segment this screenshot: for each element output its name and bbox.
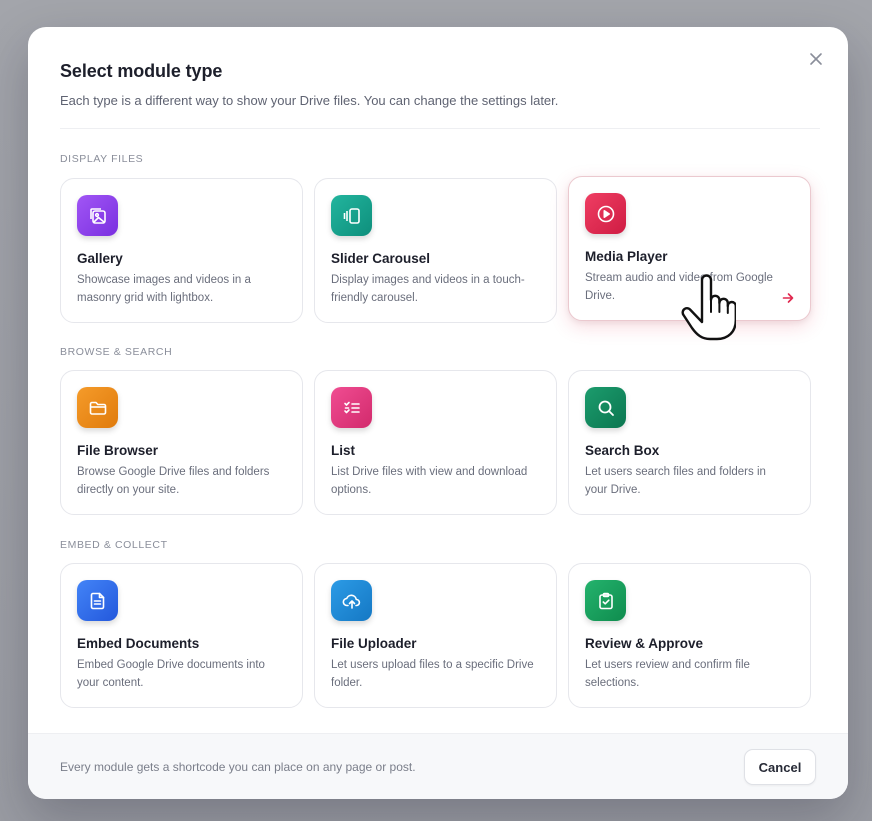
card-title: Gallery — [77, 251, 123, 266]
search-icon — [585, 387, 626, 428]
card-title: Media Player — [585, 249, 668, 264]
card-description: Showcase images and videos in a masonry … — [77, 274, 251, 304]
card-description: Let users search files and folders in yo… — [585, 466, 766, 496]
card-title: Review & Approve — [585, 636, 704, 651]
module-card-embed-documents[interactable]: Embed Documents Embed Google Drive docum… — [60, 563, 303, 708]
module-card-gallery[interactable]: Gallery Showcase images and videos in a … — [60, 178, 303, 323]
header-divider — [60, 128, 820, 129]
footer-note: Every module gets a shortcode you can pl… — [60, 760, 416, 774]
module-card-search-box[interactable]: Search Box Let users search files and fo… — [568, 370, 811, 515]
close-icon — [810, 53, 822, 65]
card-description: Let users upload files to a specific Dri… — [331, 659, 534, 689]
card-title: Embed Documents — [77, 636, 200, 651]
document-icon — [77, 580, 118, 621]
module-card-file-uploader[interactable]: File Uploader Let users upload files to … — [314, 563, 557, 708]
card-title: List — [331, 443, 356, 458]
folder-icon — [77, 387, 118, 428]
dialog-title: Select module type — [60, 61, 223, 81]
section-label-embed-collect: EMBED & COLLECT — [60, 539, 168, 551]
carousel-icon — [331, 195, 372, 236]
dialog-footer: Every module gets a shortcode you can pl… — [28, 733, 848, 799]
cancel-button[interactable]: Cancel — [744, 749, 816, 785]
module-card-slider-carousel[interactable]: Slider Carousel Display images and video… — [314, 178, 557, 323]
card-title: File Uploader — [331, 636, 417, 651]
card-description: Let users review and confirm file select… — [585, 659, 750, 689]
card-title: Slider Carousel — [331, 251, 431, 266]
arrow-right-icon — [782, 293, 794, 303]
select-module-dialog: Select module type Each type is a differ… — [28, 27, 848, 799]
cloud-upload-icon — [331, 580, 372, 621]
clipboard-check-icon — [585, 580, 626, 621]
module-card-file-browser[interactable]: File Browser Browse Google Drive files a… — [60, 370, 303, 515]
card-title: Search Box — [585, 443, 660, 458]
checklist-icon — [331, 387, 372, 428]
gallery-icon — [77, 195, 118, 236]
module-card-media-player[interactable]: Media Player Stream audio and video from… — [568, 176, 811, 321]
section-label-display-files: DISPLAY FILES — [60, 153, 144, 165]
card-description: Display images and videos in a touch-fri… — [331, 274, 525, 304]
dialog-subtitle: Each type is a different way to show you… — [60, 93, 559, 108]
module-card-review-approve[interactable]: Review & Approve Let users review and co… — [568, 563, 811, 708]
card-description: Stream audio and video from Google Drive… — [585, 272, 773, 302]
section-label-browse-search: BROWSE & SEARCH — [60, 346, 173, 358]
card-title: File Browser — [77, 443, 159, 458]
card-description: List Drive files with view and download … — [331, 466, 528, 496]
card-description: Embed Google Drive documents into your c… — [77, 659, 265, 689]
play-icon — [585, 193, 626, 234]
module-card-list[interactable]: List List Drive files with view and down… — [314, 370, 557, 515]
close-button[interactable] — [806, 49, 826, 69]
card-description: Browse Google Drive files and folders di… — [77, 466, 270, 496]
